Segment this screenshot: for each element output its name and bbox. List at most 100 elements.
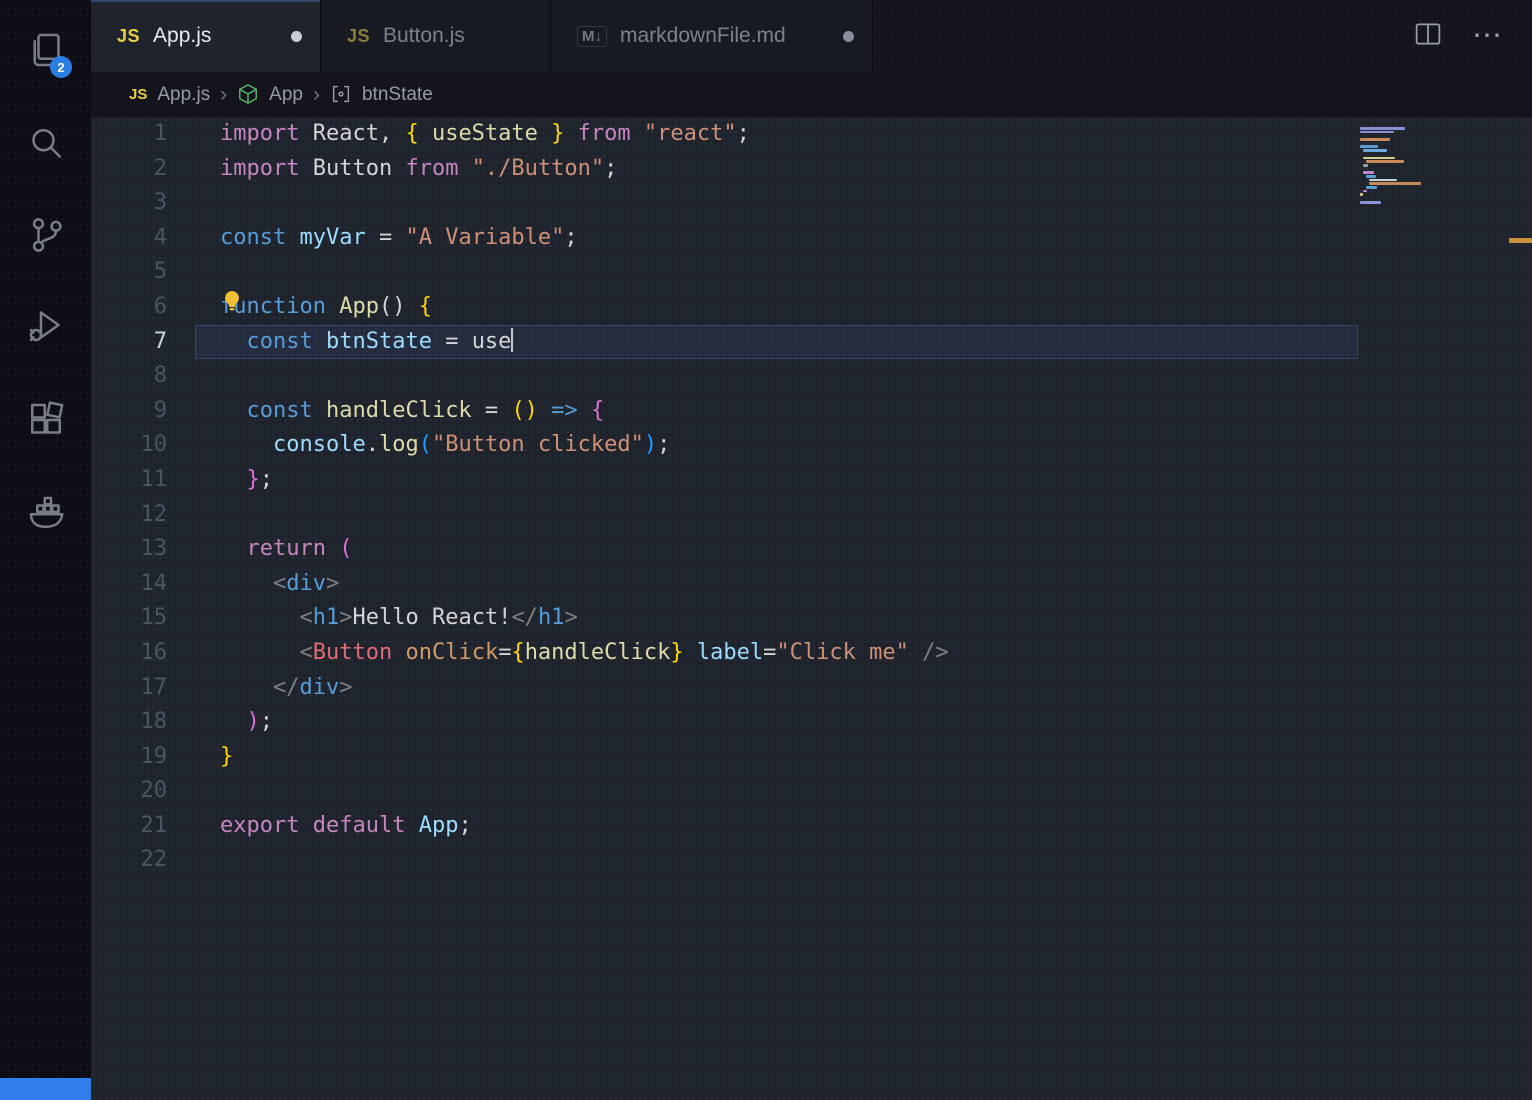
code-line-19[interactable]: 19}: [91, 740, 1532, 775]
symbol-class-icon: [237, 83, 259, 107]
code-line-15[interactable]: 15 <h1>Hello React!</h1>: [91, 601, 1532, 636]
code-token: ;: [657, 432, 670, 457]
code-text: const btnState = use: [167, 325, 513, 360]
line-number[interactable]: 19: [91, 740, 167, 775]
code-text: [167, 255, 220, 290]
code-line-7[interactable]: 7 const btnState = use: [91, 325, 1532, 360]
code-line-20[interactable]: 20: [91, 774, 1532, 809]
code-text: import Button from "./Button";: [167, 152, 617, 187]
code-token: [313, 329, 326, 354]
more-actions-icon[interactable]: ⋯: [1472, 21, 1504, 51]
code-token: [538, 398, 551, 423]
editor-pane[interactable]: 1import React, { useState } from "react"…: [91, 117, 1532, 1100]
line-number[interactable]: 2: [91, 152, 167, 187]
line-number[interactable]: 1: [91, 117, 167, 152]
code-token: =: [366, 225, 406, 250]
modified-dot-icon[interactable]: [291, 31, 302, 42]
code-line-4[interactable]: 4const myVar = "A Variable";: [91, 221, 1532, 256]
code-line-5[interactable]: 5: [91, 255, 1532, 290]
code-line-9[interactable]: 9 const handleClick = () => {: [91, 394, 1532, 429]
code-token: =>: [551, 398, 578, 423]
text-cursor: [511, 328, 513, 352]
code-line-17[interactable]: 17 </div>: [91, 671, 1532, 706]
symbol-field-icon: [330, 83, 352, 107]
line-number[interactable]: 8: [91, 359, 167, 394]
code-token: {: [591, 398, 604, 423]
line-number[interactable]: 7: [91, 325, 167, 360]
line-number[interactable]: 6: [91, 290, 167, 325]
code-token: handleClick: [326, 398, 472, 423]
code-action-lightbulb-icon[interactable]: [220, 289, 244, 313]
tab-button-js[interactable]: JS Button.js: [321, 0, 551, 72]
breadcrumb-file[interactable]: App.js: [157, 84, 210, 106]
line-number[interactable]: 10: [91, 428, 167, 463]
code-token: import: [220, 121, 299, 146]
code-token: >: [564, 605, 577, 630]
tab-app-js[interactable]: JS App.js: [91, 0, 321, 72]
code-line-18[interactable]: 18 );: [91, 705, 1532, 740]
code-area: 1import React, { useState } from "react"…: [91, 117, 1532, 878]
code-line-2[interactable]: 2import Button from "./Button";: [91, 152, 1532, 187]
source-control-icon[interactable]: [26, 215, 66, 255]
modified-dot-icon[interactable]: [843, 31, 854, 42]
code-line-3[interactable]: 3: [91, 186, 1532, 221]
code-line-21[interactable]: 21export default App;: [91, 809, 1532, 844]
docker-icon[interactable]: [26, 493, 66, 533]
code-token: ;: [260, 709, 273, 734]
code-line-22[interactable]: 22: [91, 843, 1532, 878]
line-number[interactable]: 3: [91, 186, 167, 221]
code-token: >: [326, 571, 339, 596]
line-number[interactable]: 12: [91, 498, 167, 533]
code-line-8[interactable]: 8: [91, 359, 1532, 394]
code-token: console: [273, 432, 366, 457]
code-text: console.log("Button clicked");: [167, 428, 670, 463]
line-number[interactable]: 15: [91, 601, 167, 636]
code-line-14[interactable]: 14 <div>: [91, 567, 1532, 602]
line-number[interactable]: 17: [91, 671, 167, 706]
code-line-11[interactable]: 11 };: [91, 463, 1532, 498]
activity-bar: 2: [0, 0, 91, 1100]
code-token: [326, 294, 339, 319]
line-number[interactable]: 16: [91, 636, 167, 671]
split-editor-icon[interactable]: [1414, 20, 1442, 53]
line-number[interactable]: 11: [91, 463, 167, 498]
line-number[interactable]: 22: [91, 843, 167, 878]
overview-ruler-marker[interactable]: [1509, 238, 1532, 243]
code-token: "Click me": [776, 640, 908, 665]
code-line-12[interactable]: 12: [91, 498, 1532, 533]
extensions-icon[interactable]: [26, 400, 66, 440]
line-number[interactable]: 21: [91, 809, 167, 844]
code-text: function App() {: [167, 290, 432, 325]
code-token: h1: [538, 605, 565, 630]
code-line-1[interactable]: 1import React, { useState } from "react"…: [91, 117, 1532, 152]
code-token: Button: [313, 640, 392, 665]
line-number[interactable]: 18: [91, 705, 167, 740]
code-token: [220, 709, 247, 734]
line-number[interactable]: 20: [91, 774, 167, 809]
code-token: useState: [419, 121, 551, 146]
tab-markdownfile-md[interactable]: M↓ markdownFile.md: [551, 0, 873, 72]
code-line-13[interactable]: 13 return (: [91, 532, 1532, 567]
breadcrumb-symbol-btnstate[interactable]: btnState: [362, 84, 433, 106]
code-token: [220, 605, 299, 630]
search-icon[interactable]: [26, 124, 66, 164]
run-and-debug-icon[interactable]: [26, 305, 66, 345]
code-token: "Button clicked": [432, 432, 644, 457]
code-token: [220, 398, 247, 423]
code-token: [326, 536, 339, 561]
line-number[interactable]: 14: [91, 567, 167, 602]
line-number[interactable]: 4: [91, 221, 167, 256]
minimap[interactable]: [1360, 127, 1452, 208]
explorer-icon[interactable]: 2: [26, 30, 66, 70]
line-number[interactable]: 13: [91, 532, 167, 567]
code-line-10[interactable]: 10 console.log("Button clicked");: [91, 428, 1532, 463]
line-number[interactable]: 9: [91, 394, 167, 429]
code-token: label: [697, 640, 763, 665]
code-token: ;: [564, 225, 577, 250]
breadcrumb-symbol-app[interactable]: App: [269, 84, 303, 106]
code-line-6[interactable]: 6function App() {: [91, 290, 1532, 325]
code-token: [392, 640, 405, 665]
line-number[interactable]: 5: [91, 255, 167, 290]
code-text: }: [167, 740, 233, 775]
code-line-16[interactable]: 16 <Button onClick={handleClick} label="…: [91, 636, 1532, 671]
